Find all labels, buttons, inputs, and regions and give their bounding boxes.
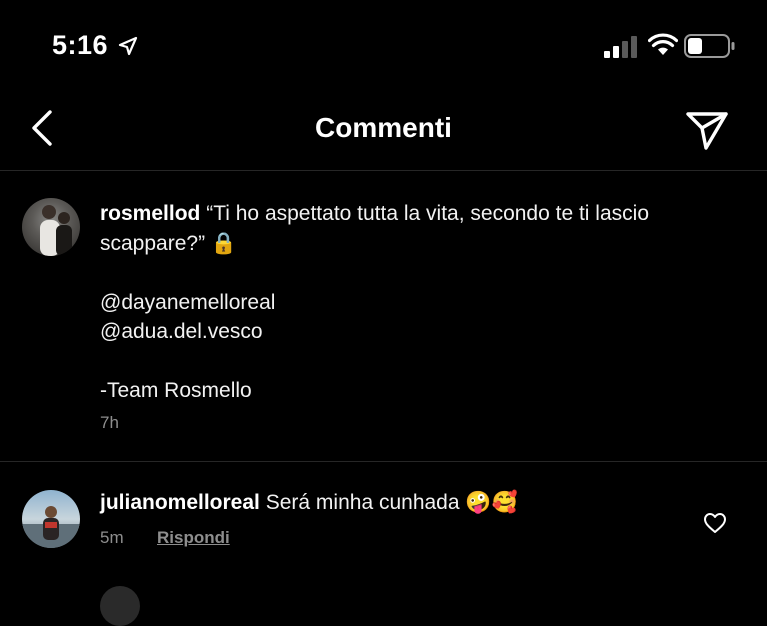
nav-bar: Commenti xyxy=(0,90,767,171)
comment-timestamp: 5m xyxy=(100,528,124,547)
mention-link[interactable]: @adua.del.vesco xyxy=(100,320,263,343)
caption-username[interactable]: rosmellod xyxy=(100,202,200,225)
heart-icon[interactable] xyxy=(703,512,727,534)
share-button[interactable] xyxy=(684,108,730,152)
wifi-icon xyxy=(648,33,678,55)
avatar[interactable] xyxy=(100,586,140,626)
caption-line-2: scappare?” 🔒 xyxy=(100,231,238,255)
comment-text: julianomelloreal Será minha cunhada 🤪🥰 xyxy=(100,488,518,517)
avatar-photo xyxy=(22,506,80,548)
avatar-photo xyxy=(40,205,72,256)
reply-button[interactable]: Rispondi xyxy=(157,528,230,548)
signal-icon xyxy=(604,36,637,58)
battery-icon xyxy=(684,34,735,58)
status-time: 5:16 xyxy=(52,30,109,60)
comment-username[interactable]: julianomelloreal xyxy=(100,491,260,514)
comment-body: Será minha cunhada 🤪🥰 xyxy=(265,491,518,514)
send-icon xyxy=(686,112,728,150)
caption-signature: -Team Rosmello xyxy=(100,379,252,402)
caption-timestamp: 7h xyxy=(100,413,119,432)
caption-text: rosmellod “Ti ho aspettato tutta la vita… xyxy=(100,199,750,406)
comment-item: julianomelloreal Será minha cunhada 🤪🥰 5… xyxy=(0,462,767,572)
caption-line-1: “Ti ho aspettato tutta la vita, secondo … xyxy=(206,202,649,225)
status-bar: 5:16 xyxy=(0,0,767,90)
mention-link[interactable]: @dayanemelloreal xyxy=(100,291,275,314)
page-title: Commenti xyxy=(315,112,452,143)
avatar[interactable] xyxy=(22,198,80,256)
post-caption: rosmellod “Ti ho aspettato tutta la vita… xyxy=(0,171,767,462)
location-arrow-icon xyxy=(118,36,138,56)
avatar[interactable] xyxy=(22,490,80,548)
